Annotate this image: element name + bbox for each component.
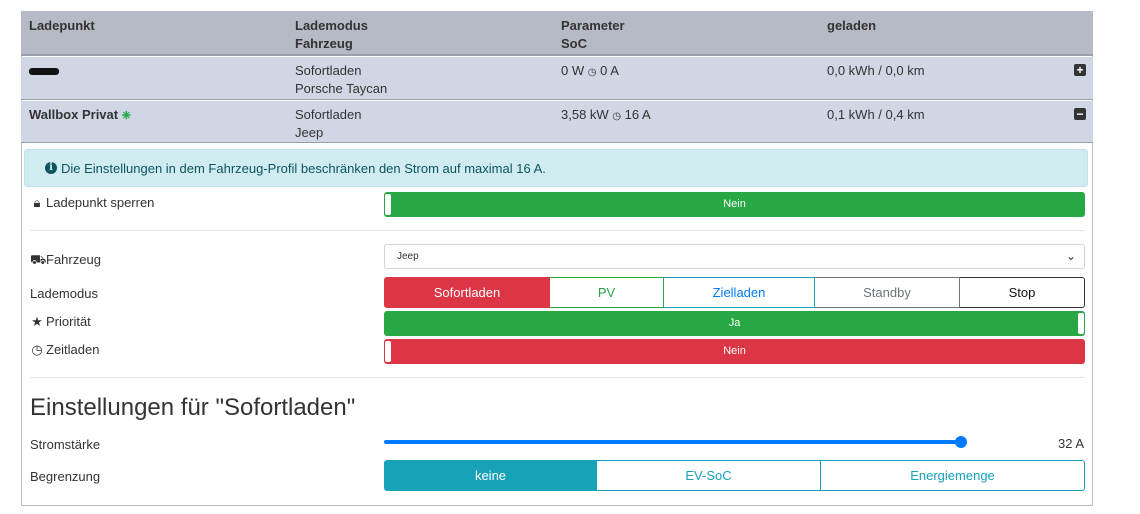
mode-zielladen-button[interactable]: Zielladen [664, 277, 815, 308]
mode-button-group: Sofortladen PV Zielladen Standby Stop [384, 277, 1085, 308]
vehicle-label: ⛟Fahrzeug [30, 252, 101, 270]
timed-label-text: Zeitladen [46, 342, 100, 357]
collapse-minus-icon[interactable]: − [1074, 108, 1086, 120]
current-slider-track[interactable] [384, 440, 962, 444]
chargepoint-name-text: Wallbox Privat [29, 107, 119, 122]
header-ladepunkt: Ladepunkt [29, 18, 95, 33]
section-title: Einstellungen für "Sofortladen" [30, 394, 356, 421]
row-vehicle: Jeep [295, 125, 324, 140]
row-parameter: 3,58 kW ◷ 16 A [561, 106, 651, 126]
toggle-knob [385, 194, 391, 215]
header-lademodus: Lademodus Fahrzeug [295, 17, 368, 53]
toggle-knob [1078, 313, 1084, 334]
row-mode-vehicle: Sofortladen Jeep [295, 106, 362, 142]
expand-plus-icon[interactable]: + [1074, 64, 1086, 76]
divider [30, 377, 1084, 378]
limit-energiemenge-button[interactable]: Energiemenge [821, 460, 1085, 491]
row-charged: 0,1 kWh / 0,4 km [827, 107, 925, 122]
lock-toggle[interactable]: Nein [384, 192, 1085, 217]
vehicle-label-text: Fahrzeug [46, 252, 101, 267]
car-icon: ⛟ [30, 252, 47, 267]
row-mode: Sofortladen [295, 107, 362, 122]
lock-toggle-value: Nein [723, 198, 746, 210]
mode-label: Lademodus [30, 286, 98, 301]
info-alert: i Die Einstellungen in dem Fahrzeug-Prof… [24, 149, 1088, 187]
row-parameter: 0 W ◷ 0 A [561, 62, 619, 82]
row-mode-vehicle: Sofortladen Porsche Taycan [295, 62, 387, 98]
vehicle-select-value: Jeep [397, 251, 419, 262]
header-soc-line2: SoC [561, 36, 587, 51]
info-icon: i [45, 162, 57, 174]
clock-icon: ◷ [31, 342, 43, 357]
row-mode: Sofortladen [295, 63, 362, 78]
row-power: 0 W [561, 63, 585, 78]
current-value: 32 A [1057, 436, 1084, 451]
lock-label-text: Ladepunkt sperren [46, 195, 155, 210]
vehicle-select[interactable]: Jeep ⌄ [384, 244, 1085, 269]
clock-icon: ◷ [612, 111, 622, 122]
divider [30, 230, 1084, 231]
mode-pv-button[interactable]: PV [550, 277, 664, 308]
toggle-knob [385, 341, 391, 362]
header-geladen: geladen [827, 18, 877, 33]
plug-icon: ❈ [121, 110, 131, 122]
timed-toggle[interactable]: Nein [384, 339, 1085, 364]
row-vehicle: Porsche Taycan [295, 81, 388, 96]
chevron-down-icon: ⌄ [1065, 249, 1076, 263]
chargepoint-name: Wallbox Privat ❈ [29, 106, 131, 125]
limit-evsoc-button[interactable]: EV-SoC [597, 460, 821, 491]
row-charged: 0,0 kWh / 0,0 km [827, 63, 925, 78]
header-parameter: Parameter SoC [561, 17, 625, 53]
chargepoint-name-masked [29, 62, 59, 80]
redaction-mark [29, 68, 59, 76]
current-label: Stromstärke [30, 437, 101, 452]
limit-button-group: keine EV-SoC Energiemenge [384, 460, 1085, 491]
row-current: 0 A [600, 63, 619, 78]
mode-standby-button[interactable]: Standby [815, 277, 960, 308]
header-fahrzeug-line2: Fahrzeug [295, 36, 353, 51]
priority-label-text: Priorität [46, 314, 91, 329]
lock-label: 🔒︎ Ladepunkt sperren [30, 195, 155, 211]
clock-icon: ◷ [587, 67, 597, 78]
row-current: 16 A [624, 107, 651, 122]
table-row[interactable]: Sofortladen Porsche Taycan 0 W ◷ 0 A 0,0… [21, 57, 1093, 100]
current-slider-thumb[interactable] [955, 436, 967, 448]
table-header: Ladepunkt Lademodus Fahrzeug Parameter S… [21, 11, 1093, 56]
mode-sofortladen-button[interactable]: Sofortladen [384, 277, 550, 308]
lock-icon: 🔒︎ [33, 195, 41, 210]
priority-label: ★ Priorität [30, 314, 91, 330]
table-row[interactable]: Wallbox Privat ❈ Sofortladen Jeep 3,58 k… [21, 101, 1093, 143]
priority-toggle[interactable]: Ja [384, 311, 1085, 336]
limit-label: Begrenzung [30, 469, 101, 484]
timed-label: ◷ Zeitladen [30, 342, 99, 358]
row-power: 3,58 kW [561, 107, 609, 122]
header-lademodus-line1: Lademodus [295, 18, 368, 33]
header-parameter-line1: Parameter [561, 18, 625, 33]
alert-text: Die Einstellungen in dem Fahrzeug-Profil… [61, 161, 546, 176]
priority-toggle-value: Ja [728, 317, 741, 329]
star-icon: ★ [31, 314, 43, 329]
timed-toggle-value: Nein [723, 345, 746, 357]
mode-stop-button[interactable]: Stop [960, 277, 1085, 308]
limit-keine-button[interactable]: keine [384, 460, 597, 491]
